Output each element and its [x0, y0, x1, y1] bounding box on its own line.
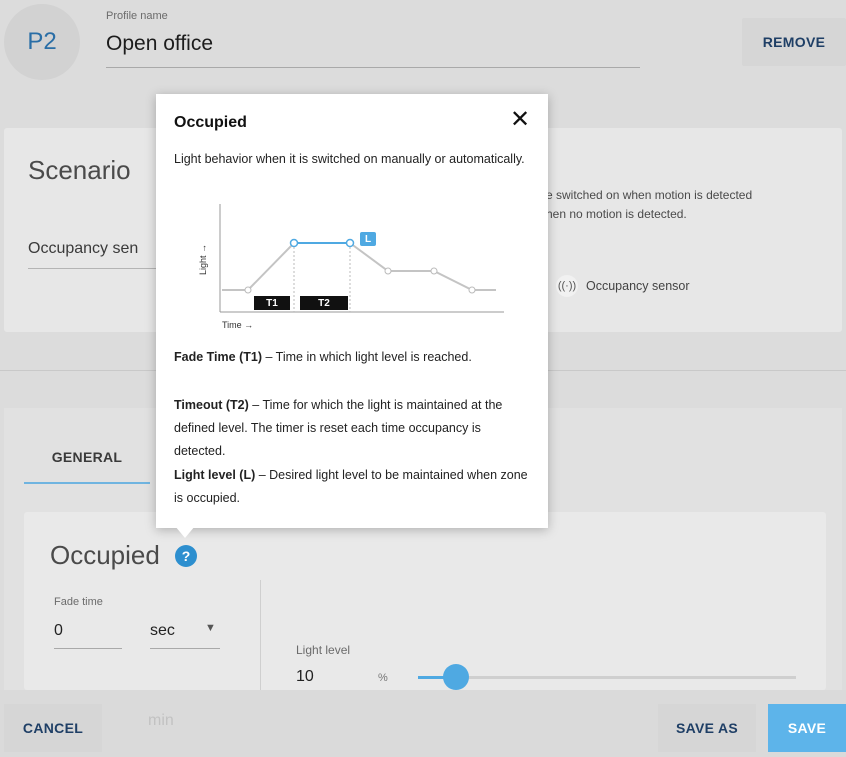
occupancy-sensor-chip[interactable]: ((·)) Occupancy sensor [556, 270, 690, 302]
close-icon[interactable]: ✕ [510, 108, 530, 132]
definition-term: Fade Time (T1) [174, 350, 262, 364]
definition-text: – Time in which light level is reached. [261, 350, 472, 364]
profile-name-label: Profile name [106, 10, 168, 22]
scenario-title: Scenario [28, 155, 131, 185]
diagram-point-blue [345, 238, 355, 248]
caret-down-icon[interactable]: ▼ [205, 622, 216, 634]
definition-term: Timeout (T2) [174, 398, 249, 412]
diagram-time-label: Time → [222, 320, 254, 330]
diagram-point-blue [289, 238, 299, 248]
light-level-slider-track[interactable] [418, 676, 796, 679]
definition-timeout: Timeout (T2) – Time for which the light … [174, 394, 534, 463]
diagram-decay-line [349, 242, 496, 291]
diagram-point [430, 267, 438, 275]
diagram-tag-t2: T2 [300, 296, 348, 310]
save-button[interactable]: SAVE [768, 704, 846, 752]
profile-name-underline [106, 67, 640, 68]
fade-time-label: Fade time [54, 596, 103, 608]
faded-unit-select: min [148, 712, 174, 729]
diagram-point [384, 267, 392, 275]
save-as-button[interactable]: SAVE AS [658, 704, 756, 752]
scenario-description: e switched on when motion is detected he… [546, 186, 752, 224]
diagram-tag-t1: T1 [254, 296, 290, 310]
popover-description: Light behavior when it is switched on ma… [174, 152, 525, 166]
sensor-signal-icon: ((·)) [556, 275, 578, 297]
remove-button[interactable]: REMOVE [742, 18, 846, 66]
diagram-point [468, 286, 476, 294]
occupied-card [24, 512, 826, 690]
scenario-desc-line2: hen no motion is detected. [546, 207, 687, 221]
scenario-select-underline [28, 268, 156, 269]
vertical-divider [260, 580, 261, 690]
profile-name-input[interactable]: Open office [106, 32, 213, 56]
fade-unit-underline [150, 648, 220, 649]
definition-fade-time: Fade Time (T1) – Time in which light lev… [174, 346, 534, 369]
occupied-title: Occupied [50, 540, 160, 570]
diagram-point [244, 286, 252, 294]
fade-time-input[interactable]: 0 [54, 622, 63, 640]
popover-arrow [175, 526, 195, 538]
light-level-unit: % [378, 672, 388, 684]
fade-unit-select[interactable]: sec [150, 622, 175, 640]
tab-general[interactable]: GENERAL [24, 432, 150, 484]
diagram-fade-line [222, 242, 295, 291]
profile-avatar: P2 [4, 4, 80, 80]
fade-time-underline [54, 648, 122, 649]
light-level-slider-thumb[interactable] [443, 664, 469, 690]
cancel-button[interactable]: CANCEL [4, 704, 102, 752]
scenario-desc-line1: e switched on when motion is detected [546, 188, 753, 202]
sensor-chip-label: Occupancy sensor [586, 279, 690, 293]
light-level-input[interactable]: 10 [296, 668, 314, 686]
scenario-select[interactable]: Occupancy sen [28, 240, 138, 258]
help-icon[interactable]: ? [175, 545, 197, 567]
diagram-tag-l: L [360, 232, 376, 246]
light-level-label: Light level [296, 643, 351, 657]
light-behavior-diagram [219, 204, 504, 313]
diagram-light-label: Light → [198, 243, 208, 275]
definition-term: Light level (L) [174, 468, 256, 482]
definition-light-level: Light level (L) – Desired light level to… [174, 464, 534, 510]
popover-title: Occupied [174, 114, 247, 131]
